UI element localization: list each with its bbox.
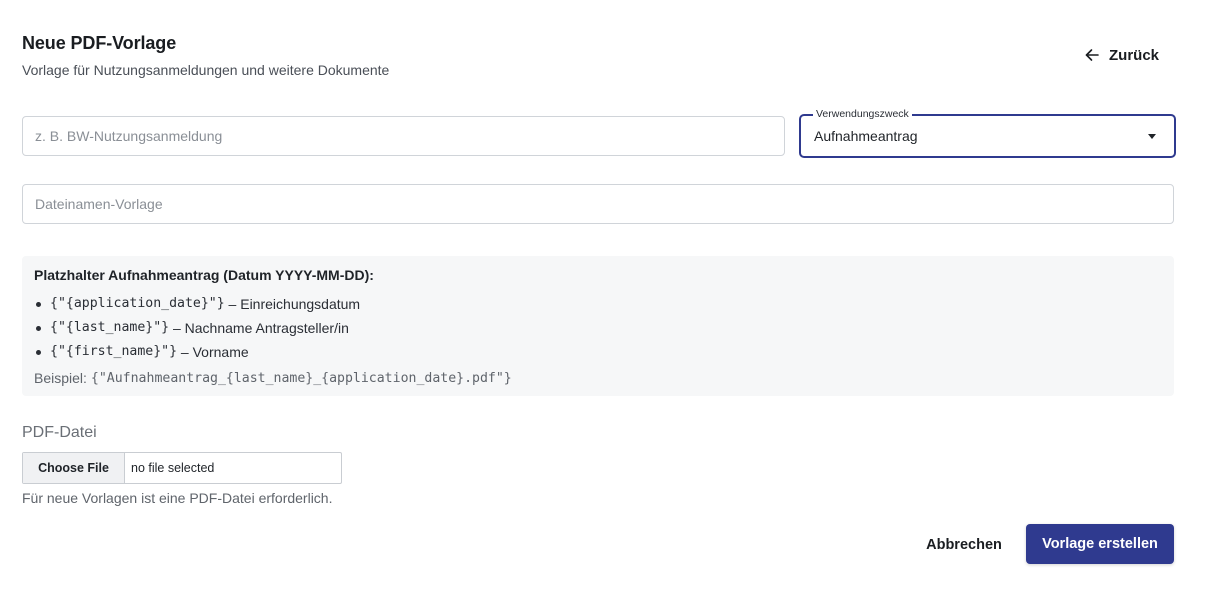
template-name-field[interactable]	[22, 116, 785, 156]
template-name-input[interactable]	[23, 117, 784, 155]
arrow-left-icon	[1083, 46, 1101, 64]
example-code: {"Aufnahmeantrag_{last_name}_{applicatio…	[90, 370, 512, 386]
placeholder-description: – Nachname Antragsteller/in	[169, 320, 349, 336]
purpose-select[interactable]: Verwendungszweck Aufnahmeantrag	[799, 108, 1176, 158]
bullet-icon	[36, 325, 41, 331]
list-item: {"{last_name}"} – Nachname Antragsteller…	[34, 316, 360, 340]
caret-down-icon	[1148, 134, 1156, 139]
placeholder-code: {"{first_name}"}	[50, 344, 178, 359]
pdf-file-hint: Für neue Vorlagen ist eine PDF-Datei erf…	[22, 490, 333, 506]
purpose-select-value: Aufnahmeantrag	[814, 128, 918, 144]
pdf-file-input[interactable]: Choose File no file selected	[22, 452, 342, 484]
file-status-text: no file selected	[131, 461, 215, 475]
placeholder-list: {"{application_date}"} – Einreichungsdat…	[34, 292, 360, 364]
page-title: Neue PDF-Vorlage	[22, 33, 177, 53]
create-template-button[interactable]: Vorlage erstellen	[1026, 524, 1174, 564]
placeholder-description: – Vorname	[177, 344, 249, 360]
cancel-button[interactable]: Abbrechen	[914, 528, 1014, 562]
list-item: {"{application_date}"} – Einreichungsdat…	[34, 292, 360, 316]
choose-file-button[interactable]: Choose File	[23, 453, 125, 483]
placeholder-code: {"{last_name}"}	[50, 320, 170, 335]
list-item: {"{first_name}"} – Vorname	[34, 340, 360, 364]
filename-template-field[interactable]	[22, 184, 1174, 224]
bullet-icon	[36, 349, 41, 355]
back-button-label: Zurück	[1109, 46, 1160, 64]
pdf-file-label: PDF-Datei	[22, 424, 97, 441]
placeholder-info-box: Platzhalter Aufnahmeantrag (Datum YYYY-M…	[22, 256, 1174, 396]
bullet-icon	[36, 301, 41, 307]
filename-template-input[interactable]	[23, 185, 1173, 223]
placeholder-example: Beispiel: {"Aufnahmeantrag_{last_name}_{…	[34, 370, 512, 386]
placeholder-info-title: Platzhalter Aufnahmeantrag (Datum YYYY-M…	[34, 267, 374, 283]
placeholder-description: – Einreichungsdatum	[224, 296, 361, 312]
example-label: Beispiel:	[34, 370, 87, 386]
page-subtitle: Vorlage für Nutzungsanmeldungen und weit…	[22, 62, 390, 78]
placeholder-code: {"{application_date}"}	[50, 296, 225, 311]
back-button[interactable]: Zurück	[1083, 44, 1159, 66]
